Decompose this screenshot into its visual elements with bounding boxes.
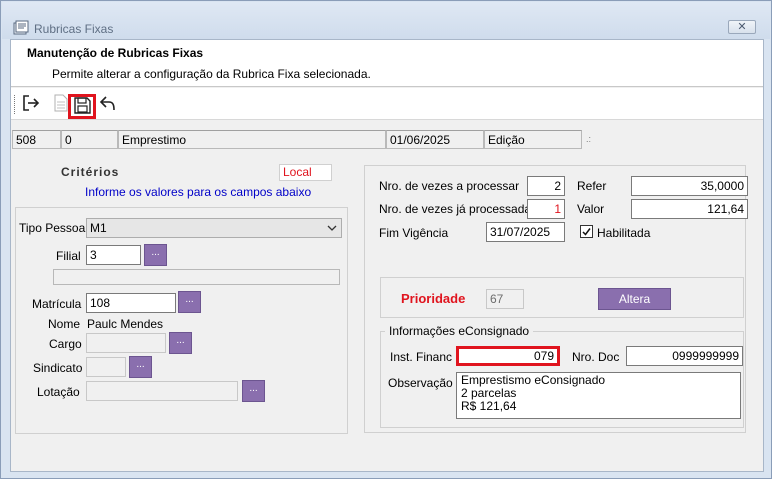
vezes-processar-label: Nro. de vezes a processar	[379, 179, 520, 193]
altera-button[interactable]: Altera	[598, 288, 671, 310]
exit-icon	[22, 94, 40, 115]
page-subtitle: Permite alterar a configuração da Rubric…	[52, 67, 371, 81]
lotacao-input[interactable]	[86, 381, 238, 401]
resize-grip-icon: .:	[586, 134, 592, 144]
filial-lookup-button[interactable]: ...	[144, 244, 167, 266]
form-client: Manutenção de Rubricas Fixas Permite alt…	[10, 39, 764, 472]
econsignado-title: Informações eConsignado	[385, 324, 534, 338]
observacao-label: Observação	[388, 376, 453, 390]
undo-button[interactable]	[98, 94, 118, 114]
checkmark-icon	[582, 228, 591, 236]
chevron-down-icon	[327, 220, 337, 238]
page-title: Manutenção de Rubricas Fixas	[27, 46, 204, 60]
info-text: Informe os valores para os campos abaixo	[85, 185, 312, 199]
undo-icon	[99, 94, 117, 115]
tipo-pessoa-select[interactable]: M1	[86, 218, 342, 238]
record-status-bar: 508 0 Emprestimo 01/06/2025 Edição .:	[11, 130, 763, 150]
habilitada-label: Habilitada	[597, 226, 651, 240]
matricula-label: Matrícula	[32, 297, 82, 311]
status-seq: 0	[61, 130, 118, 149]
save-button[interactable]	[68, 94, 96, 119]
matricula-input[interactable]: 108	[86, 293, 176, 313]
document-icon	[54, 94, 68, 115]
valor-input[interactable]: 121,64	[631, 199, 748, 219]
habilitada-checkbox[interactable]	[580, 225, 593, 238]
prioridade-label: Prioridade	[401, 291, 466, 306]
cargo-input[interactable]	[86, 333, 166, 353]
app-icon	[13, 20, 29, 36]
status-mode: Edição	[484, 130, 582, 149]
filial-description-field	[53, 269, 340, 285]
header-panel: Manutenção de Rubricas Fixas Permite alt…	[11, 40, 763, 87]
tipo-pessoa-label: Tipo Pessoa	[19, 221, 86, 235]
inst-financ-label: Inst. Financ	[390, 350, 453, 364]
status-description: Emprestimo	[118, 130, 386, 149]
valor-label: Valor	[577, 202, 605, 216]
vezes-processadas-input[interactable]: 1	[527, 199, 565, 219]
nro-doc-label: Nro. Doc	[572, 350, 620, 364]
vezes-processar-input[interactable]: 2	[527, 176, 565, 196]
toolbar-grip	[14, 95, 16, 114]
local-indicator: Local	[279, 164, 332, 181]
tipo-pessoa-value: M1	[90, 221, 107, 235]
matricula-lookup-button[interactable]: ...	[178, 291, 201, 313]
lotacao-label: Lotação	[37, 385, 80, 399]
filial-input[interactable]: 3	[86, 245, 141, 265]
window-title: Rubricas Fixas	[34, 22, 114, 36]
cargo-lookup-button[interactable]: ...	[169, 332, 192, 354]
status-date: 01/06/2025	[386, 130, 484, 149]
observacao-textarea[interactable]: Emprestismo eConsignado 2 parcelas R$ 12…	[456, 372, 741, 419]
nome-label: Nome	[48, 317, 81, 331]
lotacao-lookup-button[interactable]: ...	[242, 380, 265, 402]
inst-financ-input[interactable]: 079	[456, 346, 560, 366]
save-icon	[73, 96, 91, 117]
sindicato-lookup-button[interactable]: ...	[129, 356, 152, 378]
title-bar: Rubricas Fixas ✕	[2, 2, 770, 39]
sindicato-label: Sindicato	[33, 361, 83, 375]
exit-button[interactable]	[21, 94, 41, 114]
fim-vigencia-label: Fim Vigência	[379, 226, 449, 240]
criterios-title: Critérios	[61, 165, 120, 179]
status-code: 508	[12, 130, 61, 149]
vezes-processadas-label: Nro. de vezes já processadas	[379, 202, 538, 216]
cargo-label: Cargo	[49, 337, 82, 351]
close-button[interactable]: ✕	[728, 20, 756, 34]
window: Rubricas Fixas ✕ Manutenção de Rubricas …	[0, 0, 772, 479]
prioridade-input[interactable]: 67	[486, 289, 524, 309]
fim-vigencia-input[interactable]: 31/07/2025	[486, 222, 565, 242]
sindicato-input[interactable]	[86, 357, 126, 377]
refer-input[interactable]: 35,0000	[631, 176, 748, 196]
nome-value: Paulc Mendes	[87, 317, 164, 331]
nro-doc-input[interactable]: 0999999999	[626, 346, 743, 366]
refer-label: Refer	[577, 179, 607, 193]
observacao-line: R$ 121,64	[461, 399, 517, 413]
filial-label: Filial	[56, 249, 81, 263]
toolbar	[11, 88, 763, 120]
